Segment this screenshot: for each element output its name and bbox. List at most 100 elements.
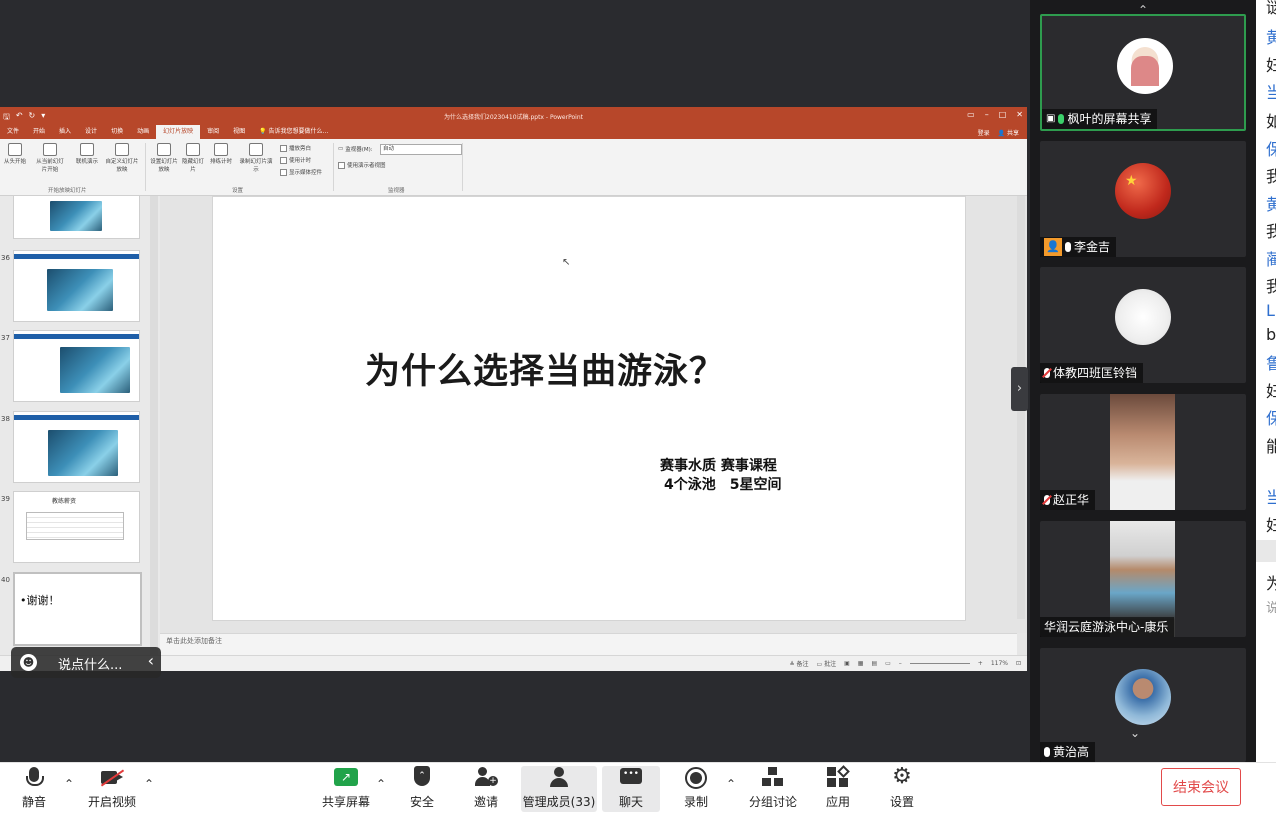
tab-insert[interactable]: 插入 (52, 125, 78, 139)
setup-show-button[interactable]: 设置幻灯片放映 (148, 143, 180, 173)
tab-transitions[interactable]: 切换 (104, 125, 130, 139)
avatar (1117, 38, 1173, 94)
tab-animations[interactable]: 动画 (130, 125, 156, 139)
video-options-caret[interactable]: ⌃ (144, 777, 154, 791)
chevron-down-icon[interactable]: ⌄ (1130, 726, 1140, 740)
share-screen-button[interactable]: ↗ 共享屏幕 (320, 766, 372, 810)
ribbon-separator (462, 143, 463, 191)
record-options-caret[interactable]: ⌃ (726, 777, 736, 791)
chat-button[interactable]: ••• 聊天 (602, 766, 660, 812)
tell-me-search[interactable]: 💡 告诉我您想要做什么... (252, 125, 335, 139)
manage-members-button[interactable]: 管理成员(33) (521, 766, 597, 812)
zoom-level[interactable]: 117% (991, 660, 1008, 667)
slideshow-view-icon[interactable]: ▭ (885, 660, 891, 667)
shared-screen-area: 🖫 ↶ ↻ ▾ 为什么选择我们20230410试稿.pptx - PowerPo… (0, 0, 1030, 762)
sorter-view-icon[interactable]: ▦ (858, 660, 864, 667)
breakout-button[interactable]: 分组讨论 (748, 766, 798, 810)
mute-label: 静音 (21, 795, 46, 809)
tab-slideshow[interactable]: 幻灯片放映 (156, 125, 201, 139)
zoom-out-icon[interactable]: – (899, 660, 902, 667)
pool-image (60, 347, 130, 393)
maximize-icon[interactable]: □ (999, 110, 1007, 119)
zoom-in-icon[interactable]: + (978, 660, 983, 667)
participant-tile[interactable]: ★ 👤 李金吉 (1040, 141, 1246, 257)
mute-options-caret[interactable]: ⌃ (64, 777, 74, 791)
video-button[interactable]: 开启视频 (86, 766, 138, 810)
end-meeting-button[interactable]: 结束会议 (1161, 768, 1241, 806)
tab-view[interactable]: 视图 (226, 125, 252, 139)
tab-home[interactable]: 开始 (26, 125, 52, 139)
slide-thumbnail[interactable] (13, 330, 140, 402)
mic-icon (1065, 242, 1071, 252)
chevron-left-icon[interactable]: ‹ (148, 651, 154, 670)
thumbnails-scrollbar[interactable] (150, 196, 158, 670)
login-link[interactable]: 登录 (978, 128, 990, 137)
online-icon (80, 143, 94, 156)
shield-icon: ⌃ (410, 766, 434, 790)
monitor-label-text: 监视器(M): (345, 147, 373, 153)
chat-fragment: 蔺 (1266, 250, 1276, 269)
apps-button[interactable]: 应用 (822, 765, 854, 810)
slide-thumbnail[interactable] (13, 411, 140, 483)
rehearse-button[interactable]: 排练计时 (208, 143, 234, 165)
tab-file[interactable]: 文件 (0, 125, 26, 139)
invite-button[interactable]: + 邀请 (470, 766, 502, 810)
timing-checkbox[interactable]: 使用计时 (280, 156, 311, 164)
online-present-button[interactable]: 联机演示 (74, 143, 100, 165)
chat-fragment: 当 (1266, 83, 1276, 102)
narration-label: 播放旁白 (289, 146, 312, 152)
tab-design[interactable]: 设计 (78, 125, 104, 139)
security-button[interactable]: ⌃ 安全 (406, 766, 438, 810)
share-label: 共享 (1006, 129, 1019, 137)
from-current-button[interactable]: 从当前幻灯片开始 (34, 143, 66, 173)
settings-button[interactable]: ⚙ 设置 (886, 766, 918, 810)
minimize-icon[interactable]: – (985, 110, 989, 119)
slideshow-current-icon (43, 143, 57, 156)
ribbon-options-icon[interactable]: ▭ (967, 110, 975, 119)
fit-window-icon[interactable]: ⊡ (1016, 660, 1021, 667)
collapse-panel-button[interactable]: › (1011, 367, 1028, 411)
hide-slide-button[interactable]: 隐藏幻灯片 (180, 143, 206, 173)
share-options-caret[interactable]: ⌃ (376, 777, 386, 791)
close-icon[interactable]: ✕ (1016, 110, 1023, 119)
notes-toggle[interactable]: ≜ 备注 (790, 659, 809, 668)
normal-view-icon[interactable]: ▣ (844, 660, 850, 667)
gear-icon: ⚙ (892, 764, 912, 789)
slide-thumbnail[interactable] (13, 250, 140, 322)
share-link[interactable]: 👤 共享 (998, 128, 1019, 137)
record-button[interactable]: 录制 (680, 766, 712, 810)
chat-fragment: 为 (1266, 574, 1276, 593)
media-controls-checkbox[interactable]: 显示媒体控件 (280, 168, 322, 176)
slide-number: 40 (1, 576, 10, 584)
slide-thumbnail[interactable] (13, 196, 140, 239)
timer-icon (214, 143, 228, 156)
zoom-slider[interactable] (909, 663, 970, 664)
notes-pane[interactable]: 单击此处添加备注 (160, 633, 1017, 655)
chat-fragment: L (1266, 301, 1275, 320)
participant-tile[interactable]: 赵正华 (1040, 394, 1246, 510)
reading-view-icon[interactable]: ▤ (871, 660, 877, 667)
record-slideshow-button[interactable]: 录制幻灯片演示 (238, 143, 274, 173)
emoji-icon[interactable]: ☻ (20, 654, 37, 671)
slide-thumbnail[interactable]: 教练薪资 (13, 491, 140, 563)
from-start-button[interactable]: 从头开始 (2, 143, 28, 165)
monitor-select[interactable]: 自动 (380, 144, 462, 155)
presenter-view-checkbox[interactable]: 使用演示者视图 (338, 161, 386, 169)
slide-thumbnail-current[interactable]: •谢谢！ (13, 572, 142, 646)
current-slide[interactable]: 为什么选择当曲游泳？ 赛事水质 赛事课程 4个泳池 5星空间 ↖ (212, 196, 966, 621)
narration-checkbox[interactable]: 播放旁白 (280, 144, 311, 152)
participants-panel: ⌃ ▣ 枫叶的屏幕共享 ★ 👤 李金吉 体教四班匡铃铛 赵正华 华润云庭游泳中心… (1030, 0, 1256, 762)
participant-name: 华润云庭游泳中心-康乐 (1044, 620, 1169, 634)
custom-show-button[interactable]: 自定义幻灯片放映 (104, 143, 140, 173)
record-label: 录制 (683, 795, 708, 809)
comments-toggle[interactable]: ▭ 批注 (817, 659, 837, 668)
participant-tile[interactable]: ⌄ 黄治高 (1040, 648, 1246, 762)
participant-tile[interactable]: ▣ 枫叶的屏幕共享 (1040, 14, 1246, 131)
participant-name: 枫叶的屏幕共享 (1067, 112, 1152, 126)
tab-review[interactable]: 审阅 (200, 125, 226, 139)
chat-input-bubble[interactable]: ☻ 说点什么... ‹ (11, 647, 161, 678)
participant-tile[interactable]: 华润云庭游泳中心-康乐 (1040, 521, 1246, 637)
participant-tile[interactable]: 体教四班匡铃铛 (1040, 267, 1246, 383)
mute-button[interactable]: 静音 (16, 766, 52, 810)
mouse-cursor-icon: ↖ (562, 257, 571, 268)
